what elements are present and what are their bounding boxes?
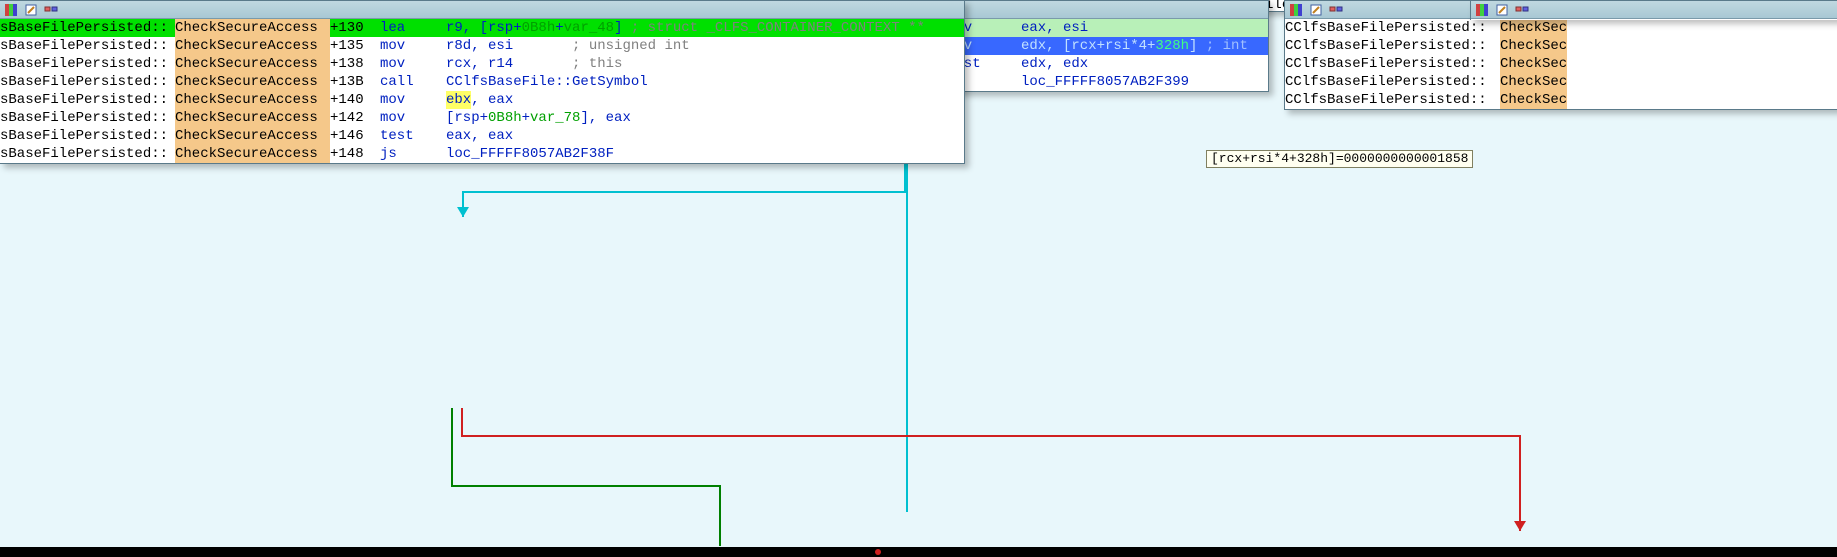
edge-center-to-bottom <box>455 162 955 232</box>
disasm-row[interactable]: CClfsBaseFilePersisted::CheckSec <box>1285 55 1837 73</box>
disasm-row[interactable]: sBaseFilePersisted::CheckSecureAccess+14… <box>0 109 964 127</box>
disasm-row[interactable]: sBaseFilePersisted::CheckSecureAccess+13… <box>0 55 964 73</box>
group-icon[interactable] <box>1515 3 1529 17</box>
edge-bottom-green <box>450 406 750 556</box>
bottom-bar <box>0 547 1837 557</box>
disasm-node-bottom-right[interactable] <box>1470 0 1837 20</box>
disasm-row[interactable]: sBaseFilePersisted::CheckSecureAccess+13… <box>0 73 964 91</box>
disasm-body: sBaseFilePersisted::CheckSecureAccess+13… <box>0 19 964 163</box>
group-icon[interactable] <box>1329 3 1343 17</box>
node-titlebar[interactable] <box>1471 1 1837 19</box>
disasm-row[interactable]: CClfsBaseFilePersisted::CheckSec <box>1285 19 1837 37</box>
edge-bottom-red <box>460 406 1540 556</box>
disasm-row[interactable]: sBaseFilePersisted::CheckSecureAccess+13… <box>0 19 964 37</box>
disasm-row[interactable]: sBaseFilePersisted::CheckSecureAccess+14… <box>0 145 964 163</box>
color-icon[interactable] <box>1475 3 1489 17</box>
node-titlebar[interactable] <box>0 1 964 19</box>
edit-icon[interactable] <box>1309 3 1323 17</box>
disasm-row[interactable]: sBaseFilePersisted::CheckSecureAccess+14… <box>0 127 964 145</box>
disasm-row[interactable]: sBaseFilePersisted::CheckSecureAccess+14… <box>0 91 964 109</box>
edit-icon[interactable] <box>1495 3 1509 17</box>
disasm-body: CClfsBaseFilePersisted::CheckSecCClfsBas… <box>1285 19 1837 109</box>
disasm-row[interactable]: CClfsBaseFilePersisted::CheckSec <box>1285 37 1837 55</box>
disasm-node-bottom[interactable]: sBaseFilePersisted::CheckSecureAccess+13… <box>0 0 965 164</box>
edit-icon[interactable] <box>24 3 38 17</box>
disasm-row[interactable]: CClfsBaseFilePersisted::CheckSec <box>1285 91 1837 109</box>
group-icon[interactable] <box>44 3 58 17</box>
disasm-row[interactable]: CClfsBaseFilePersisted::CheckSec <box>1285 73 1837 91</box>
value-tooltip: [rcx+rsi*4+328h]=0000000000001858 <box>1206 150 1473 168</box>
disasm-row[interactable]: sBaseFilePersisted::CheckSecureAccess+13… <box>0 37 964 55</box>
edge-center-to-right <box>905 162 1405 522</box>
color-icon[interactable] <box>1289 3 1303 17</box>
color-icon[interactable] <box>4 3 18 17</box>
